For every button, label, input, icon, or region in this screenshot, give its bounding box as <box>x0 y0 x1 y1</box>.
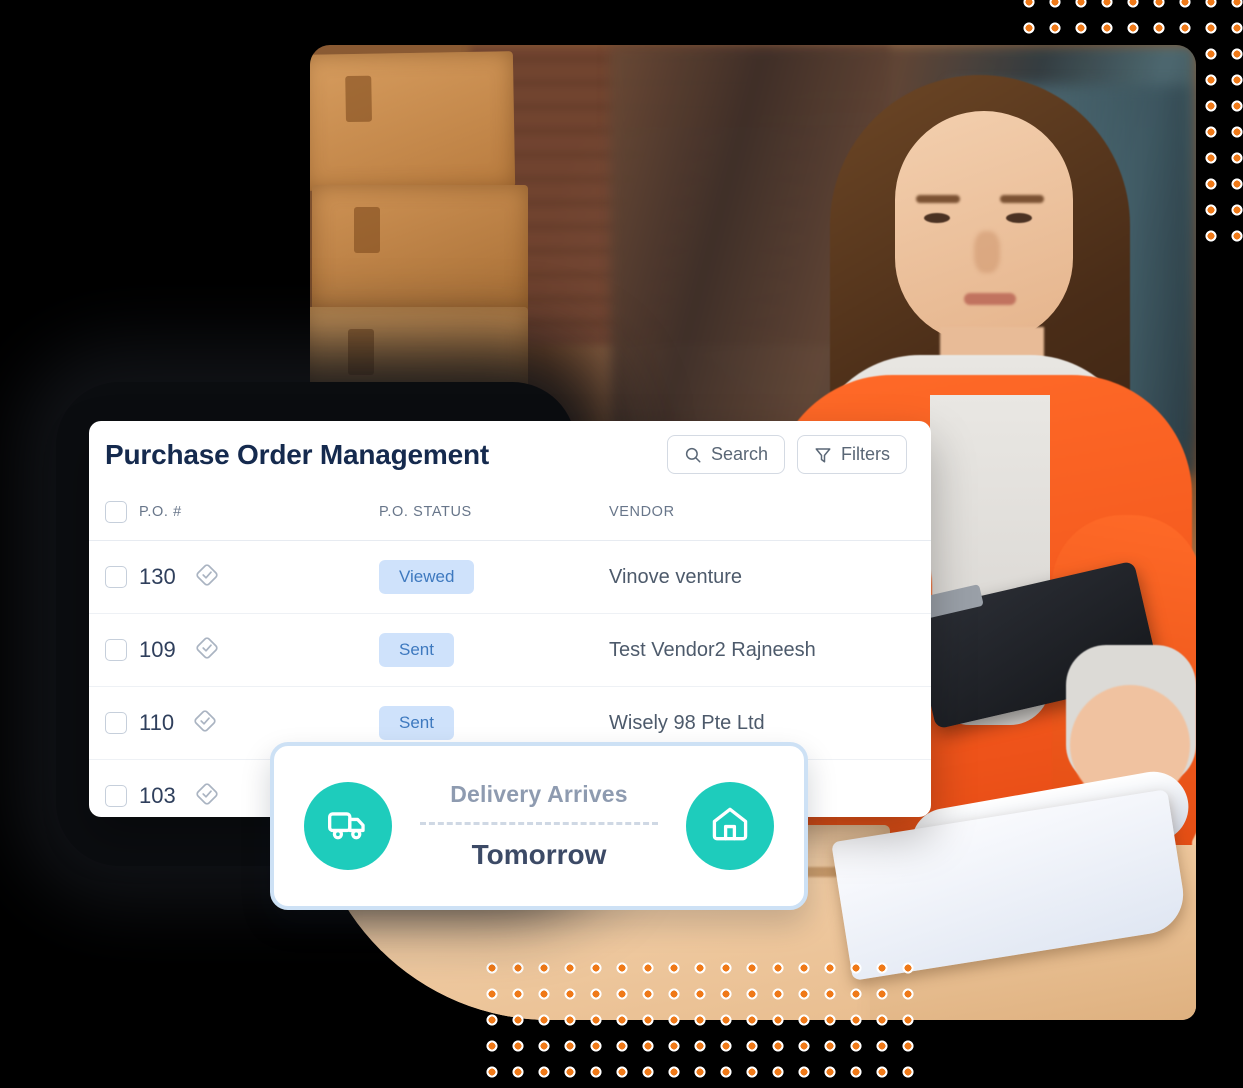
filters-button[interactable]: Filters <box>797 435 907 474</box>
truck-icon <box>326 802 370 851</box>
header-actions: Search Filters <box>666 435 907 474</box>
status-cell: Viewed <box>379 560 609 594</box>
screenshot-stage: Purchase Order Management Search Filters… <box>0 0 1243 1088</box>
dot-pattern-bottom-icon <box>486 962 916 1088</box>
truck-icon-badge <box>304 782 392 870</box>
filter-icon <box>814 446 832 464</box>
row-select-cell <box>105 639 139 661</box>
select-all-checkbox[interactable] <box>105 501 127 523</box>
delivery-info: Delivery Arrives Tomorrow <box>392 781 686 871</box>
page-title: Purchase Order Management <box>105 438 490 470</box>
delivery-status-card: Delivery Arrives Tomorrow <box>270 742 808 910</box>
verified-diamond-icon <box>194 635 220 666</box>
verified-diamond-icon <box>192 708 218 739</box>
row-select-cell <box>105 566 139 588</box>
vendor-name: Test Vendor2 Rajneesh <box>609 638 816 661</box>
row-checkbox[interactable] <box>105 639 127 661</box>
delivery-label: Delivery Arrives <box>450 781 628 807</box>
verified-diamond-icon <box>194 781 220 812</box>
table-header-row: P.O. # P.O. STATUS VENDOR <box>89 484 931 541</box>
status-cell: Sent <box>379 706 609 740</box>
search-button-label: Search <box>710 444 768 464</box>
verified-diamond-icon <box>194 562 220 593</box>
home-icon-badge <box>686 782 774 870</box>
search-icon <box>684 446 702 464</box>
home-icon <box>708 802 752 851</box>
row-select-cell <box>105 712 139 734</box>
row-checkbox[interactable] <box>105 785 127 807</box>
status-badge: Sent <box>379 633 454 667</box>
po-number: 109 <box>139 637 176 662</box>
dashed-divider <box>420 822 658 825</box>
po-cell: 109 <box>139 635 379 666</box>
card-header: Purchase Order Management Search Filters <box>89 421 931 484</box>
column-header-po: P.O. # <box>139 504 182 520</box>
vendor-name: Wisely 98 Pte Ltd <box>609 711 765 734</box>
table-row[interactable]: 130 Viewed Vinove venture <box>89 541 931 614</box>
row-checkbox[interactable] <box>105 566 127 588</box>
po-cell: 130 <box>139 562 379 593</box>
po-number: 103 <box>139 783 176 808</box>
row-checkbox[interactable] <box>105 712 127 734</box>
po-number: 110 <box>139 710 175 735</box>
po-cell: 110 <box>139 708 379 739</box>
status-badge: Sent <box>379 706 454 740</box>
po-number: 130 <box>139 564 176 589</box>
select-all-cell <box>105 501 139 523</box>
delivery-value: Tomorrow <box>471 839 607 870</box>
filters-button-label: Filters <box>841 444 890 464</box>
vendor-name: Vinove venture <box>609 565 743 588</box>
status-cell: Sent <box>379 633 609 667</box>
table-row[interactable]: 109 Sent Test Vendor2 Rajneesh <box>89 614 931 687</box>
status-badge: Viewed <box>379 560 475 594</box>
search-button[interactable]: Search <box>666 435 785 474</box>
column-header-vendor: VENDOR <box>609 504 675 520</box>
column-header-status: P.O. STATUS <box>379 504 472 520</box>
row-select-cell <box>105 785 139 807</box>
